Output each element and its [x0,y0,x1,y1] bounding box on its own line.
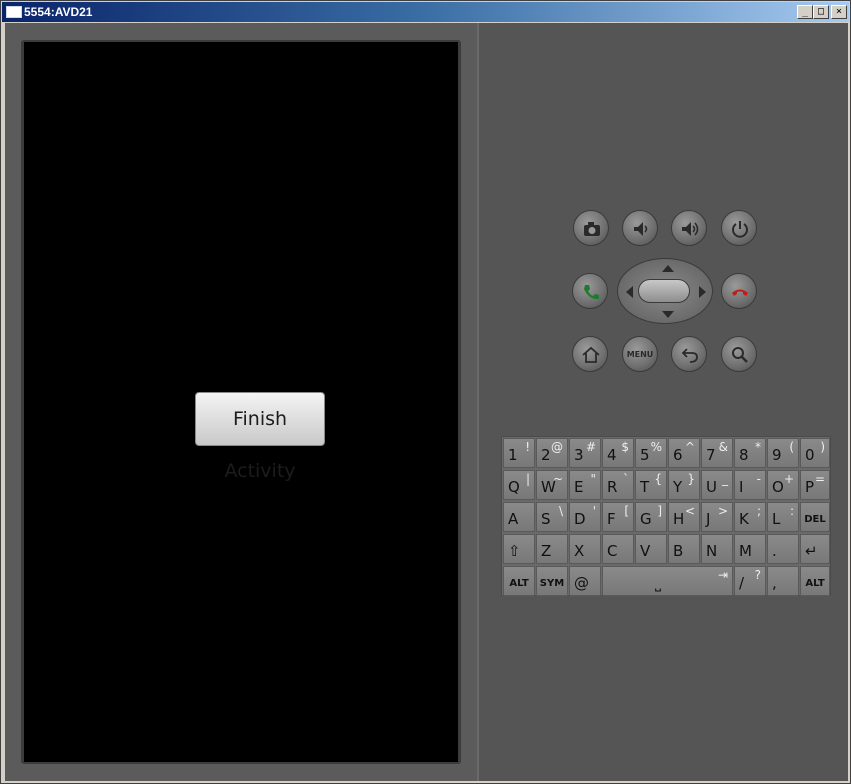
key-i[interactable]: I- [734,470,766,500]
key-l[interactable]: L: [767,502,799,532]
key-w[interactable]: W ~ [536,470,568,500]
key-s[interactable]: S \ [536,502,568,532]
key-slash[interactable]: /? [734,566,766,596]
window-icon [6,6,22,18]
camera-icon [584,222,600,236]
home-icon [582,346,600,363]
key-v[interactable]: V [635,534,667,564]
volume-up-icon [682,222,699,236]
title-bar[interactable]: 5554:AVD21 _ □ × [2,2,849,22]
key-0[interactable]: 0) [800,438,830,468]
key-t[interactable]: T{ [635,470,667,500]
key-comma[interactable]: , [767,566,799,596]
key-enter[interactable]: ↵ [800,534,830,564]
search-button[interactable] [721,336,757,372]
key-c[interactable]: C [602,534,634,564]
key-9[interactable]: 9( [767,438,799,468]
key-x[interactable]: X [569,534,601,564]
dpad-center-button[interactable] [638,279,690,303]
key-del[interactable]: DEL [800,502,830,532]
volume-down-icon [634,222,648,236]
key-b[interactable]: B [668,534,700,564]
key-3[interactable]: 3 # [569,438,601,468]
key-8[interactable]: 8 * [734,438,766,468]
search-icon [732,347,748,363]
end-call-icon [732,289,748,296]
volume-down-button[interactable] [622,210,658,246]
home-button[interactable] [572,336,608,372]
key-j[interactable]: J > [701,502,733,532]
camera-button[interactable] [573,210,609,246]
key-a[interactable]: A [503,502,535,532]
key-1[interactable]: 1! [503,438,535,468]
dpad-right-icon[interactable] [699,286,706,298]
power-button[interactable] [721,210,757,246]
key-y[interactable]: Y} [668,470,700,500]
menu-button[interactable]: MENU [622,336,658,372]
power-icon [732,221,748,238]
key-m[interactable]: M [734,534,766,564]
end-call-button[interactable] [721,273,757,309]
key-5[interactable]: 5% [635,438,667,468]
hardware-keyboard: 1! 2 @ 3 # 4 $ 5% 6 ^ 7 & 8 * 9( 0) Q | W ~ E " R… [501,436,831,596]
back-button[interactable] [671,336,707,372]
dpad-down-icon[interactable] [662,311,674,318]
key-alt-right[interactable]: ALT [800,566,830,596]
volume-up-button[interactable] [671,210,707,246]
dpad[interactable] [617,258,713,324]
key-at[interactable]: @ [569,566,601,596]
back-icon [681,348,698,363]
close-button[interactable]: × [831,5,847,19]
key-4[interactable]: 4 $ [602,438,634,468]
finish-activity-button[interactable]: Finish Activity [195,392,325,482]
minimize-button[interactable]: _ [797,5,813,19]
key-2[interactable]: 2 @ [536,438,568,468]
key-u[interactable]: U _ [701,470,733,500]
emulator-window: 5554:AVD21 _ □ × Finish Activity MENU 1 … [0,0,851,784]
key-o[interactable]: O + [767,470,799,500]
dpad-up-icon[interactable] [662,265,674,272]
key-shift[interactable]: ⇧ [503,534,535,564]
key-n[interactable]: N [701,534,733,564]
call-icon [584,285,599,300]
call-button[interactable] [572,273,608,309]
key-p[interactable]: P = [800,470,830,500]
key-alt-left[interactable]: ALT [503,566,535,596]
key-space[interactable]: ⎵ ⇥ [602,566,733,596]
key-6[interactable]: 6 ^ [668,438,700,468]
maximize-button[interactable]: □ [813,5,829,19]
key-d[interactable]: D ' [569,502,601,532]
device-frame: Finish Activity [5,23,479,781]
key-h[interactable]: H < [668,502,700,532]
device-screen[interactable]: Finish Activity [24,42,458,762]
key-7[interactable]: 7 & [701,438,733,468]
key-g[interactable]: G] [635,502,667,532]
dpad-left-icon[interactable] [626,286,633,298]
window-title: 5554:AVD21 [24,5,93,19]
key-q[interactable]: Q | [503,470,535,500]
key-z[interactable]: Z [536,534,568,564]
key-period[interactable]: . [767,534,799,564]
key-sym[interactable]: SYM [536,566,568,596]
key-f[interactable]: F[ [602,502,634,532]
emulator-skin: Finish Activity MENU 1 ! 2 @ 3 # 4 $ 5 %… [5,23,848,781]
key-r[interactable]: R ` [602,470,634,500]
key-k[interactable]: K; [734,502,766,532]
key-e[interactable]: E " [569,470,601,500]
